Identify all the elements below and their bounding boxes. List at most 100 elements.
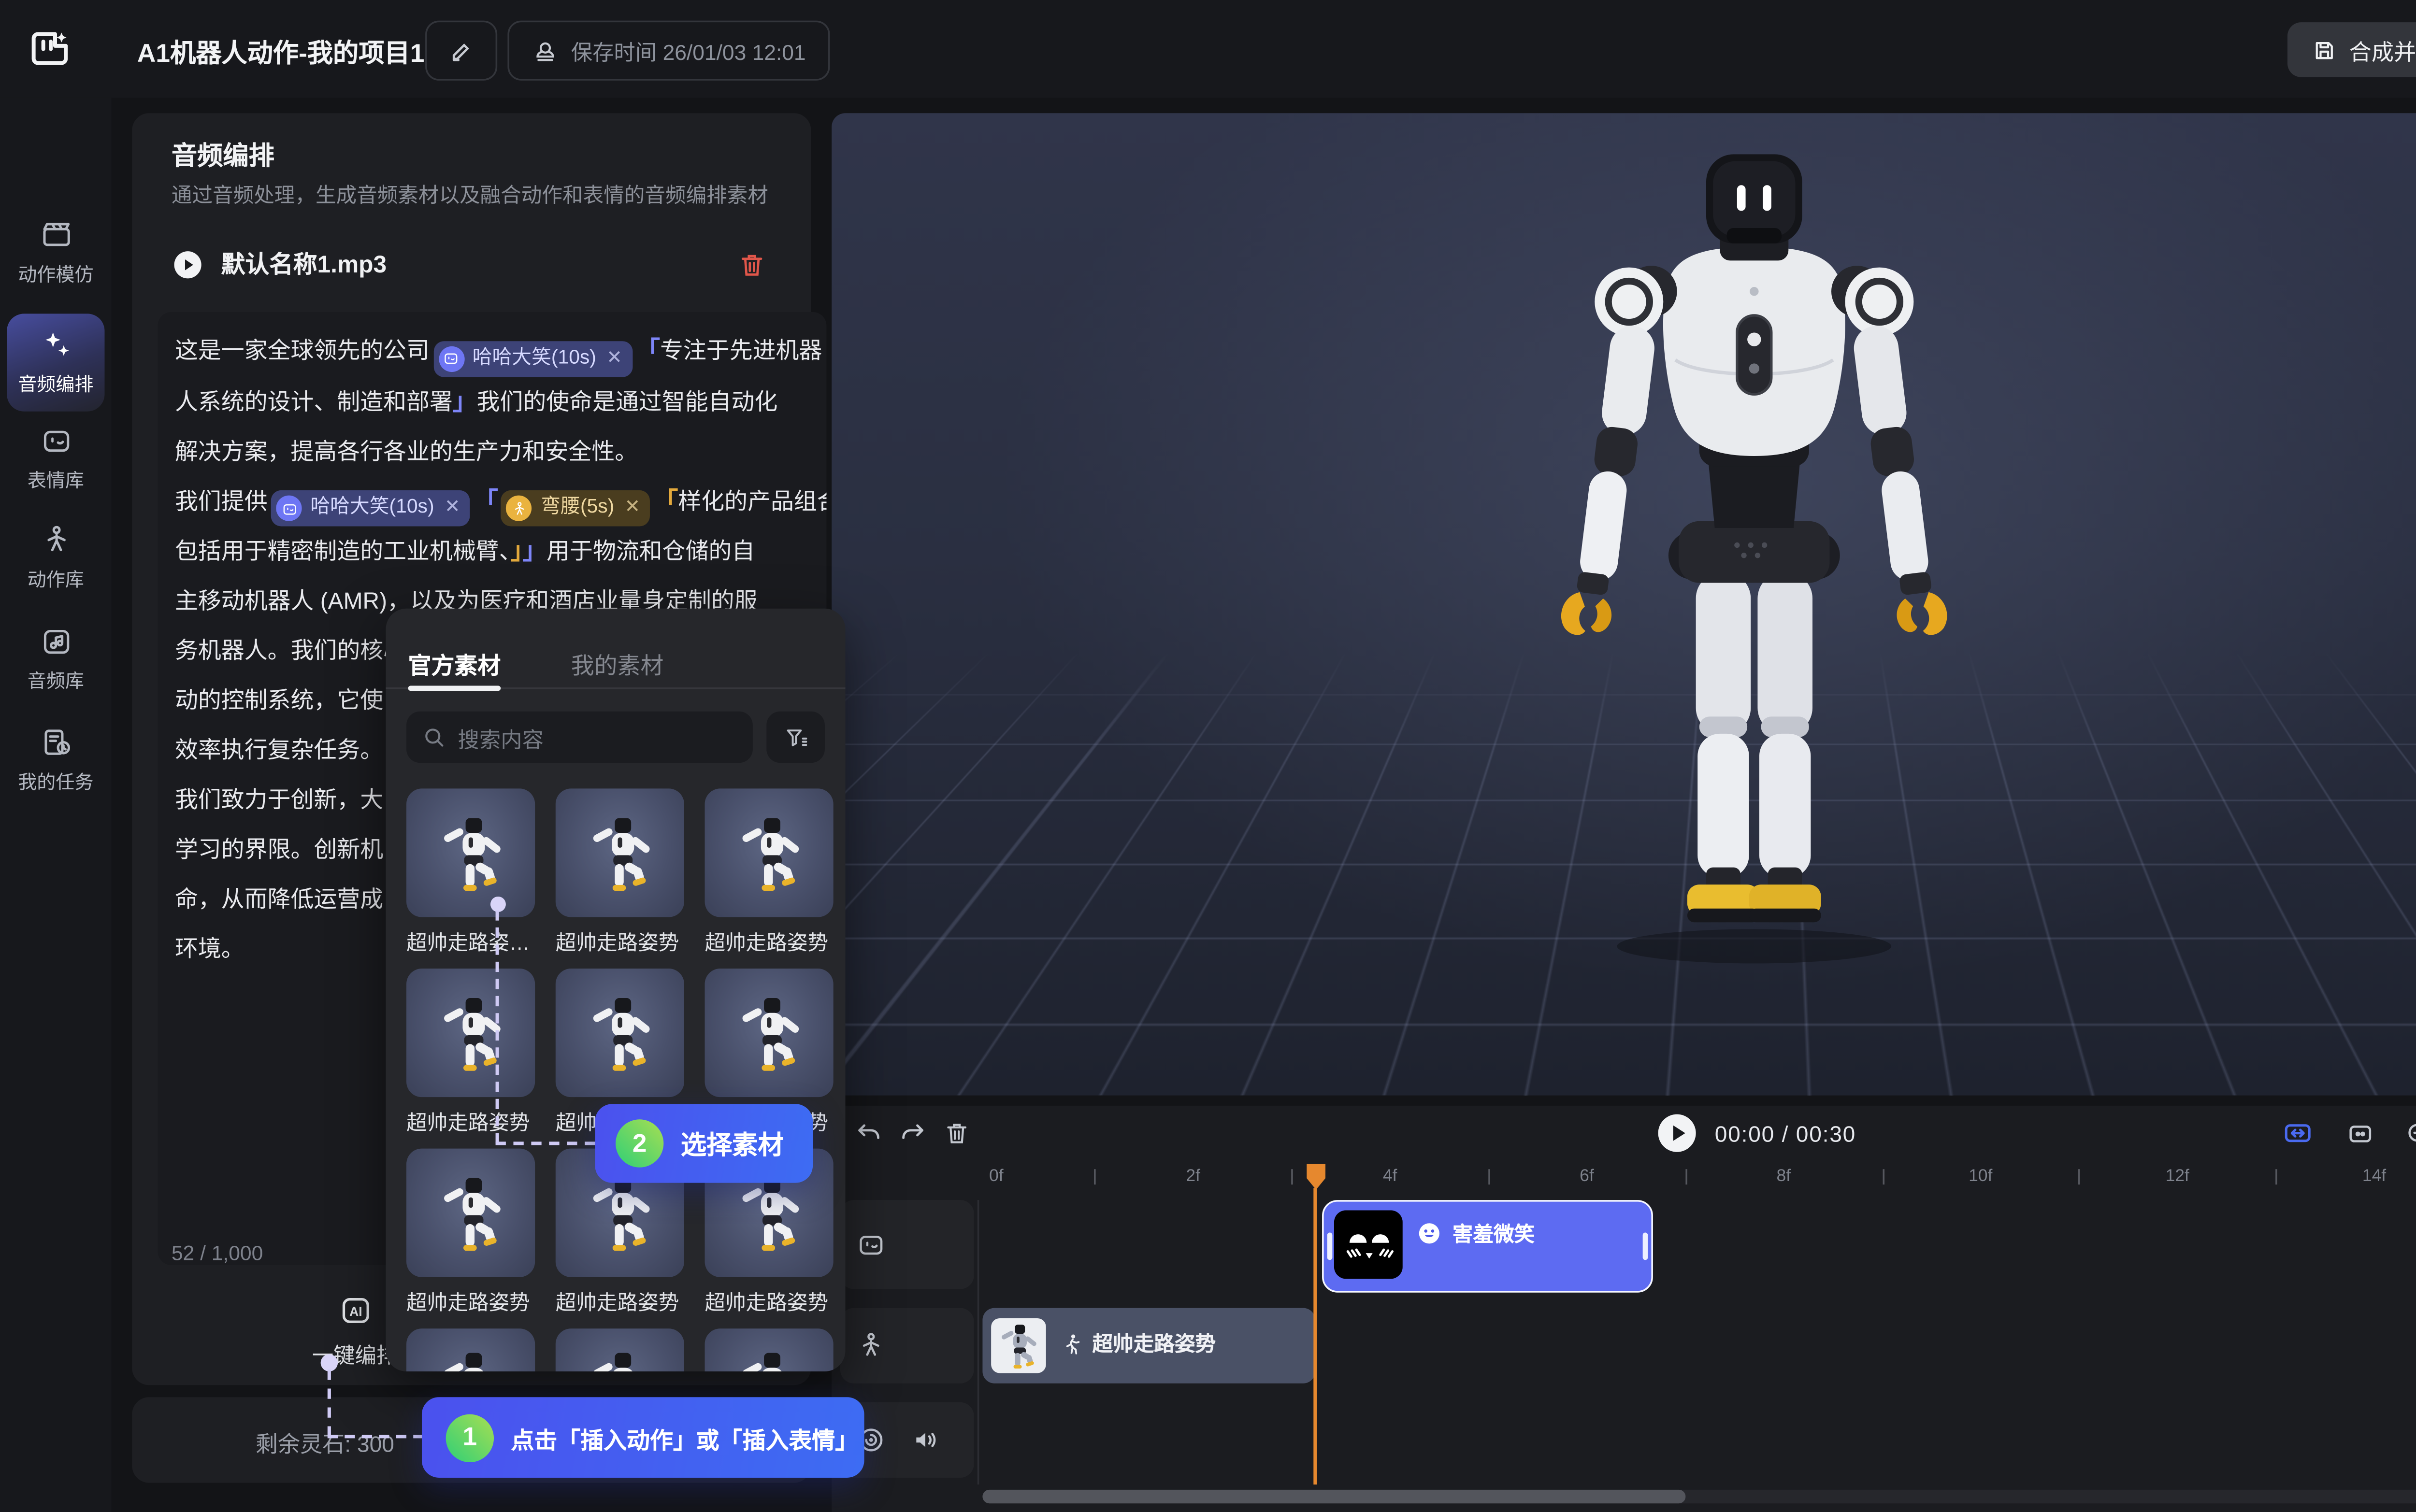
- timeline-scrollbar[interactable]: [982, 1490, 2416, 1503]
- material-label: 超帅走路姿势: [406, 1107, 535, 1136]
- editor-text: 动的控制系统，它使: [175, 687, 383, 713]
- ruler-tick: [1488, 1169, 1490, 1184]
- active-tab-underline: [408, 685, 501, 690]
- tag-remove-icon[interactable]: ✕: [625, 484, 641, 533]
- edit-title-button[interactable]: [425, 21, 497, 81]
- editor-text: 效率执行复杂任务。: [175, 737, 383, 763]
- sidebar-item-2[interactable]: 音频编排: [7, 314, 104, 411]
- expression-thumb: [1334, 1210, 1403, 1279]
- zoom-out-button[interactable]: [2396, 1111, 2416, 1155]
- expression-track-header[interactable]: [840, 1200, 974, 1289]
- sidebar-item-5[interactable]: 音频库: [0, 624, 112, 694]
- ruler-label: 2f: [1186, 1168, 1200, 1186]
- sidebar-item-1[interactable]: 动作模仿: [0, 218, 112, 288]
- expression-clip-label-row: 害羞微笑: [1416, 1219, 1535, 1248]
- material-robot-thumb: [426, 1168, 516, 1257]
- material-item-partial[interactable]: [556, 1328, 684, 1371]
- editor-tag[interactable]: 哈哈大笑(10s)✕: [271, 490, 471, 527]
- sidebar-item-6[interactable]: 我的任务: [0, 725, 112, 795]
- clip-left-handle[interactable]: [1327, 1233, 1333, 1260]
- material-label: 超帅走路姿势...: [406, 927, 535, 956]
- connector-dot-insert: [321, 1354, 338, 1371]
- editor-tag[interactable]: 哈哈大笑(10s)✕: [433, 340, 633, 376]
- material-item-partial[interactable]: [406, 1328, 535, 1371]
- connector-line-material-v: [496, 910, 499, 1143]
- editor-text: 包括用于精密制造的工业机械臂、: [175, 538, 511, 564]
- material-thumb[interactable]: [406, 1149, 535, 1277]
- viewport-3d[interactable]: Z X Y: [832, 113, 2416, 1095]
- zoom-out-icon: [2403, 1119, 2416, 1148]
- redo-button[interactable]: [890, 1111, 935, 1155]
- play-icon: [1656, 1113, 1697, 1154]
- material-item-partial[interactable]: [705, 1328, 834, 1371]
- bracket-close: 」: [522, 537, 546, 564]
- expression-clip-label: 害羞微笑: [1452, 1219, 1535, 1248]
- material-thumb[interactable]: [406, 969, 535, 1097]
- material-item[interactable]: 超帅走路姿势...: [406, 788, 535, 956]
- ruler-label: 8f: [1777, 1168, 1791, 1186]
- sidebar-item-label: 音频库: [28, 667, 84, 694]
- material-robot-thumb: [426, 808, 516, 898]
- connector-dot-material: [490, 897, 506, 912]
- person-icon: [39, 523, 73, 557]
- ruler-label: 14f: [2362, 1168, 2386, 1186]
- material-picker-popup: 官方素材 我的素材 搜索内容 超帅走路姿势...超帅走路姿势超帅走路姿势超帅走路…: [386, 609, 845, 1371]
- sidebar-item-3[interactable]: 表情库: [0, 424, 112, 494]
- tab-my-materials[interactable]: 我的素材: [571, 646, 664, 681]
- ruler-tick: [1882, 1169, 1884, 1184]
- preview-box-button[interactable]: [2337, 1111, 2382, 1155]
- material-item[interactable]: 超帅走路姿势: [406, 969, 535, 1137]
- timeline-scroll-thumb[interactable]: [982, 1490, 1685, 1503]
- undo-button[interactable]: [846, 1111, 890, 1155]
- link-clips-button[interactable]: [2275, 1111, 2320, 1155]
- material-thumb[interactable]: [556, 969, 684, 1097]
- bracket-open: 「: [474, 486, 498, 514]
- sidebar-item-label: 音频编排: [18, 371, 93, 398]
- material-label: 超帅走路姿势: [556, 1287, 684, 1316]
- svg-text:AI: AI: [348, 1304, 361, 1319]
- clip-right-handle[interactable]: [1643, 1233, 1648, 1260]
- trash-icon: [943, 1119, 971, 1147]
- search-placeholder: 搜索内容: [458, 721, 544, 753]
- tag-remove-icon[interactable]: ✕: [445, 484, 460, 533]
- material-item[interactable]: 超帅走路姿势: [406, 1149, 535, 1317]
- material-robot-thumb: [575, 1344, 665, 1371]
- material-label: 超帅走路姿势: [705, 927, 834, 956]
- motion-track-header[interactable]: [840, 1308, 974, 1384]
- ruler-label: 6f: [1580, 1168, 1594, 1186]
- speaker-icon[interactable]: [910, 1425, 941, 1455]
- motion-clip[interactable]: 超帅走路姿势: [982, 1308, 1315, 1384]
- synthesize-save-button[interactable]: 合成并保存: [2287, 22, 2416, 77]
- play-audio-button[interactable]: [172, 248, 204, 280]
- delete-audio-button[interactable]: [737, 250, 766, 279]
- material-item[interactable]: 超帅走路姿势: [556, 788, 684, 956]
- sidebar-item-4[interactable]: 动作库: [0, 523, 112, 593]
- robot-model[interactable]: [1548, 151, 1960, 973]
- playhead-line[interactable]: [1313, 1188, 1317, 1484]
- material-item[interactable]: 超帅走路姿势: [705, 788, 834, 956]
- undo-icon: [853, 1119, 882, 1148]
- search-input[interactable]: 搜索内容: [406, 712, 753, 763]
- material-thumb[interactable]: [705, 788, 834, 917]
- editor-tag[interactable]: 弯腰(5s)✕: [502, 490, 651, 527]
- tab-official-materials[interactable]: 官方素材: [408, 646, 501, 681]
- tag-remove-icon[interactable]: ✕: [606, 333, 622, 383]
- expression-clip[interactable]: 害羞微笑: [1322, 1200, 1653, 1293]
- material-thumb[interactable]: [556, 788, 684, 917]
- task-doc-icon: [39, 725, 73, 759]
- timeline-ruler[interactable]: 0f2f4f6f8f10f12f14f16f: [832, 1162, 2416, 1197]
- material-thumb[interactable]: [406, 788, 535, 917]
- sidebar-item-label: 我的任务: [18, 768, 93, 796]
- editor-text: 样化的产品组合，: [678, 488, 826, 514]
- filter-button[interactable]: [766, 712, 825, 763]
- audio-file-row: 默认名称1.mp3: [172, 247, 772, 281]
- editor-text: 我们提供: [175, 488, 268, 514]
- material-thumb[interactable]: [705, 969, 834, 1097]
- delete-clip-button[interactable]: [935, 1111, 979, 1155]
- panel-title: 音频编排: [172, 137, 274, 173]
- connector-line-insert-v: [328, 1369, 331, 1436]
- ruler-label: 12f: [2165, 1168, 2189, 1186]
- editor-text: 我们的使命是通过智能自动化: [477, 388, 778, 414]
- credits-remaining: 剩余灵石: 300: [256, 1426, 394, 1459]
- play-button[interactable]: [1656, 1113, 1697, 1154]
